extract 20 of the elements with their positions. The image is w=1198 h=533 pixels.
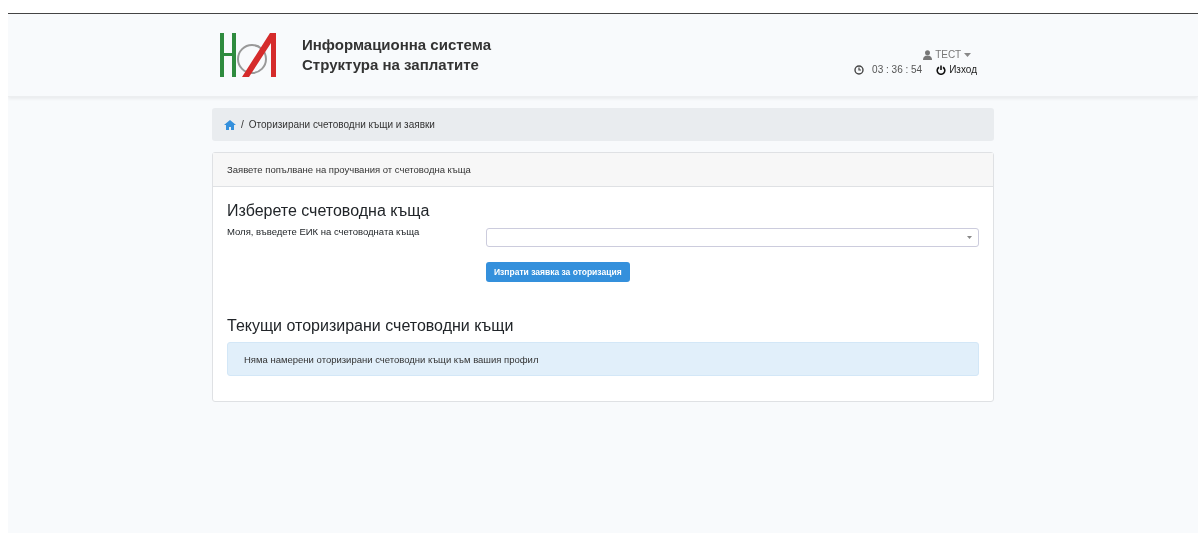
section-heading: Текущи оторизирани счетоводни къщи <box>227 317 515 335</box>
caret-icon <box>967 236 972 239</box>
logout-link[interactable]: Изход <box>936 64 977 75</box>
user-menu[interactable]: ТЕСТ <box>923 49 971 60</box>
power-icon <box>936 64 947 75</box>
clock-icon <box>854 64 865 75</box>
home-icon[interactable] <box>224 119 236 130</box>
system-subtitle: Структура на заплатите <box>302 55 480 75</box>
system-title: Информационна система <box>302 35 491 55</box>
breadcrumb-separator: / <box>241 119 244 130</box>
caret-icon <box>964 52 971 57</box>
session-timer: 03 : 36 : 54 <box>872 64 923 75</box>
section-heading: Изберете счетоводна къща <box>227 202 431 220</box>
send-request-button[interactable]: Изпрати заявка за оторизация <box>486 262 630 282</box>
field-label: Моля, въведете ЕИК на счетоводната къща <box>227 226 421 239</box>
user-icon <box>923 49 933 60</box>
info-alert: Няма намерени оторизирани счетоводни къщи към вашия профил <box>227 342 979 376</box>
breadcrumb-current: Оторизирани счетоводни къщи и заявки <box>248 119 435 130</box>
card-header: Заявете попълване на проучвания от счетоводна къща <box>213 153 993 187</box>
company-select[interactable] <box>486 228 979 247</box>
